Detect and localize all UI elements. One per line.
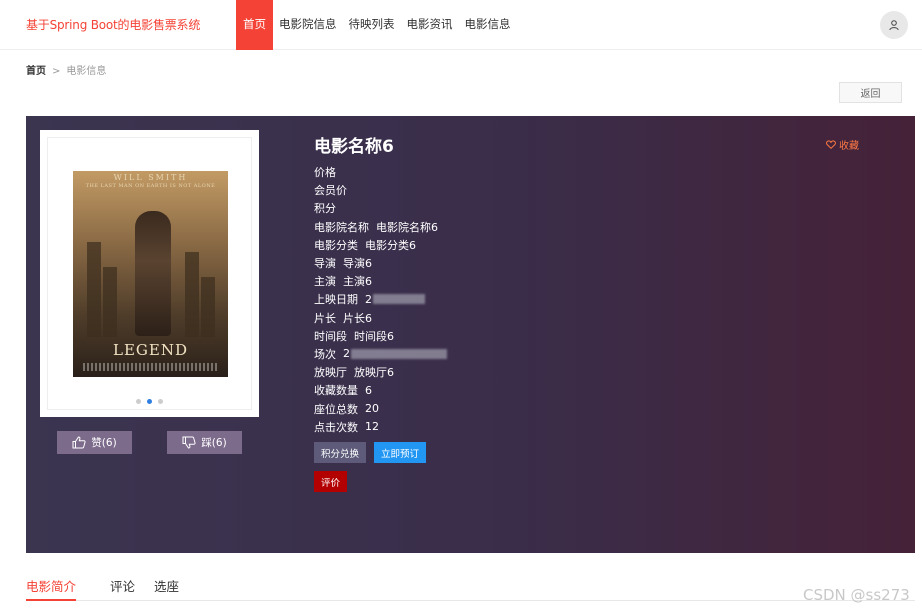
info-row-director: 导演 导演6 <box>314 254 447 272</box>
info-key: 上映日期 <box>314 293 358 307</box>
info-key: 场次 <box>314 347 336 361</box>
info-key: 积分 <box>314 202 336 216</box>
nav-item-home[interactable]: 首页 <box>236 0 273 50</box>
points-exchange-button[interactable]: 积分兑换 <box>314 442 367 463</box>
info-row-clicks: 点击次数 12 <box>314 418 447 436</box>
info-key: 会员价 <box>314 184 347 198</box>
breadcrumb: 首页 > 电影信息 <box>26 62 106 77</box>
info-value: 导演6 <box>343 257 372 271</box>
like-button[interactable]: 赞(6) <box>57 431 132 454</box>
main-nav: 首页 电影院信息 待映列表 电影资讯 电影信息 <box>236 0 517 50</box>
info-row-timeslot: 时间段 时间段6 <box>314 327 447 345</box>
nav-item-upcoming[interactable]: 待映列表 <box>343 0 401 50</box>
info-key: 点击次数 <box>314 420 358 434</box>
poster-building <box>201 277 215 337</box>
top-header: 基于Spring Boot的电影售票系统 首页 电影院信息 待映列表 电影资讯 … <box>0 0 922 50</box>
info-value: 12 <box>365 420 379 434</box>
info-value: 电影院名称6 <box>376 220 438 234</box>
info-key: 时间段 <box>314 329 347 343</box>
tab-introduction[interactable]: 电影简介 <box>26 576 77 601</box>
info-row-member-price: 会员价 <box>314 181 447 199</box>
thumbs-down-icon <box>182 436 196 449</box>
favorite-button[interactable]: 收藏 <box>826 137 859 152</box>
info-key: 座位总数 <box>314 402 358 416</box>
poster-subtagline: THE LAST MAN ON EARTH IS NOT ALONE <box>85 183 216 189</box>
user-icon <box>889 20 899 31</box>
carousel-dot[interactable] <box>136 399 141 404</box>
info-row-seats: 座位总数 20 <box>314 399 447 417</box>
watermark: CSDN @ss273 <box>803 586 910 604</box>
info-key: 片长 <box>314 311 336 325</box>
poster-figure <box>135 211 171 336</box>
info-value: 2 <box>365 292 372 306</box>
breadcrumb-current: 电影信息 <box>66 66 107 77</box>
carousel-dot-active[interactable] <box>147 399 152 404</box>
info-key: 放映厅 <box>314 366 347 380</box>
poster-building <box>103 267 117 337</box>
info-value: 放映厅6 <box>354 366 394 380</box>
back-button[interactable]: 返回 <box>839 82 902 103</box>
info-value: 时间段6 <box>354 329 394 343</box>
info-value: 20 <box>365 402 379 416</box>
info-key: 收藏数量 <box>314 384 358 398</box>
info-value: 电影分类6 <box>365 238 416 252</box>
info-row-price: 价格 <box>314 163 447 181</box>
info-row-category: 电影分类 电影分类6 <box>314 236 447 254</box>
movie-info-list: 价格 会员价 积分 电影院名称 电影院名称6 电影分类 电影分类6 导演 导演6 主演… <box>314 163 447 436</box>
breadcrumb-home[interactable]: 首页 <box>26 66 46 77</box>
info-key: 电影分类 <box>314 238 358 252</box>
favorite-label: 收藏 <box>839 141 859 152</box>
heart-icon <box>826 140 836 149</box>
tab-comments[interactable]: 评论 <box>110 576 135 601</box>
poster-slide: WILL SMITH THE LAST MAN ON EARTH IS NOT … <box>47 137 252 410</box>
info-row-release-date: 上映日期 2 <box>314 290 447 308</box>
poster-building <box>185 252 199 337</box>
info-key: 主演 <box>314 275 336 289</box>
review-button[interactable]: 评价 <box>314 471 348 492</box>
dislike-count-label: 踩(6) <box>201 437 227 449</box>
action-buttons: 积分兑换 立即预订 <box>314 442 427 463</box>
info-row-hall: 放映厅 放映厅6 <box>314 363 447 381</box>
poster-credits <box>83 363 218 371</box>
redacted-value <box>351 348 447 359</box>
avatar[interactable] <box>880 11 908 39</box>
movie-poster-image[interactable]: WILL SMITH THE LAST MAN ON EARTH IS NOT … <box>73 171 228 377</box>
info-row-duration: 片长 片长6 <box>314 309 447 327</box>
info-row-cinema: 电影院名称 电影院名称6 <box>314 218 447 236</box>
detail-tabs: 电影简介 评论 选座 <box>26 573 915 601</box>
info-value: 主演6 <box>343 275 372 289</box>
tab-seat-selection[interactable]: 选座 <box>154 576 179 601</box>
nav-item-movies[interactable]: 电影信息 <box>459 0 517 50</box>
like-count-label: 赞(6) <box>91 437 117 449</box>
breadcrumb-separator: > <box>52 66 61 77</box>
carousel-dots <box>48 399 251 404</box>
thumbs-up-icon <box>72 436 86 449</box>
info-row-points: 积分 <box>314 199 447 217</box>
site-brand[interactable]: 基于Spring Boot的电影售票系统 <box>26 16 200 33</box>
info-key: 价格 <box>314 166 336 180</box>
poster-title: LEGEND <box>113 341 188 359</box>
poster-tagline: WILL SMITH <box>113 173 188 182</box>
info-row-session: 场次 2 <box>314 345 447 363</box>
poster-carousel: WILL SMITH THE LAST MAN ON EARTH IS NOT … <box>40 130 259 417</box>
carousel-dot[interactable] <box>158 399 163 404</box>
info-key: 电影院名称 <box>314 220 369 234</box>
nav-item-cinemas[interactable]: 电影院信息 <box>273 0 343 50</box>
info-value: 2 <box>343 347 350 361</box>
info-row-cast: 主演 主演6 <box>314 272 447 290</box>
dislike-button[interactable]: 踩(6) <box>167 431 242 454</box>
info-row-favorites: 收藏数量 6 <box>314 381 447 399</box>
info-key: 导演 <box>314 257 336 271</box>
book-now-button[interactable]: 立即预订 <box>374 442 427 463</box>
redacted-value <box>373 294 425 305</box>
info-value: 6 <box>365 383 372 397</box>
movie-detail-panel: WILL SMITH THE LAST MAN ON EARTH IS NOT … <box>26 116 915 553</box>
poster-building <box>87 242 101 337</box>
info-value: 片长6 <box>343 311 372 325</box>
nav-item-news[interactable]: 电影资讯 <box>401 0 459 50</box>
movie-title: 电影名称6 <box>314 137 394 157</box>
